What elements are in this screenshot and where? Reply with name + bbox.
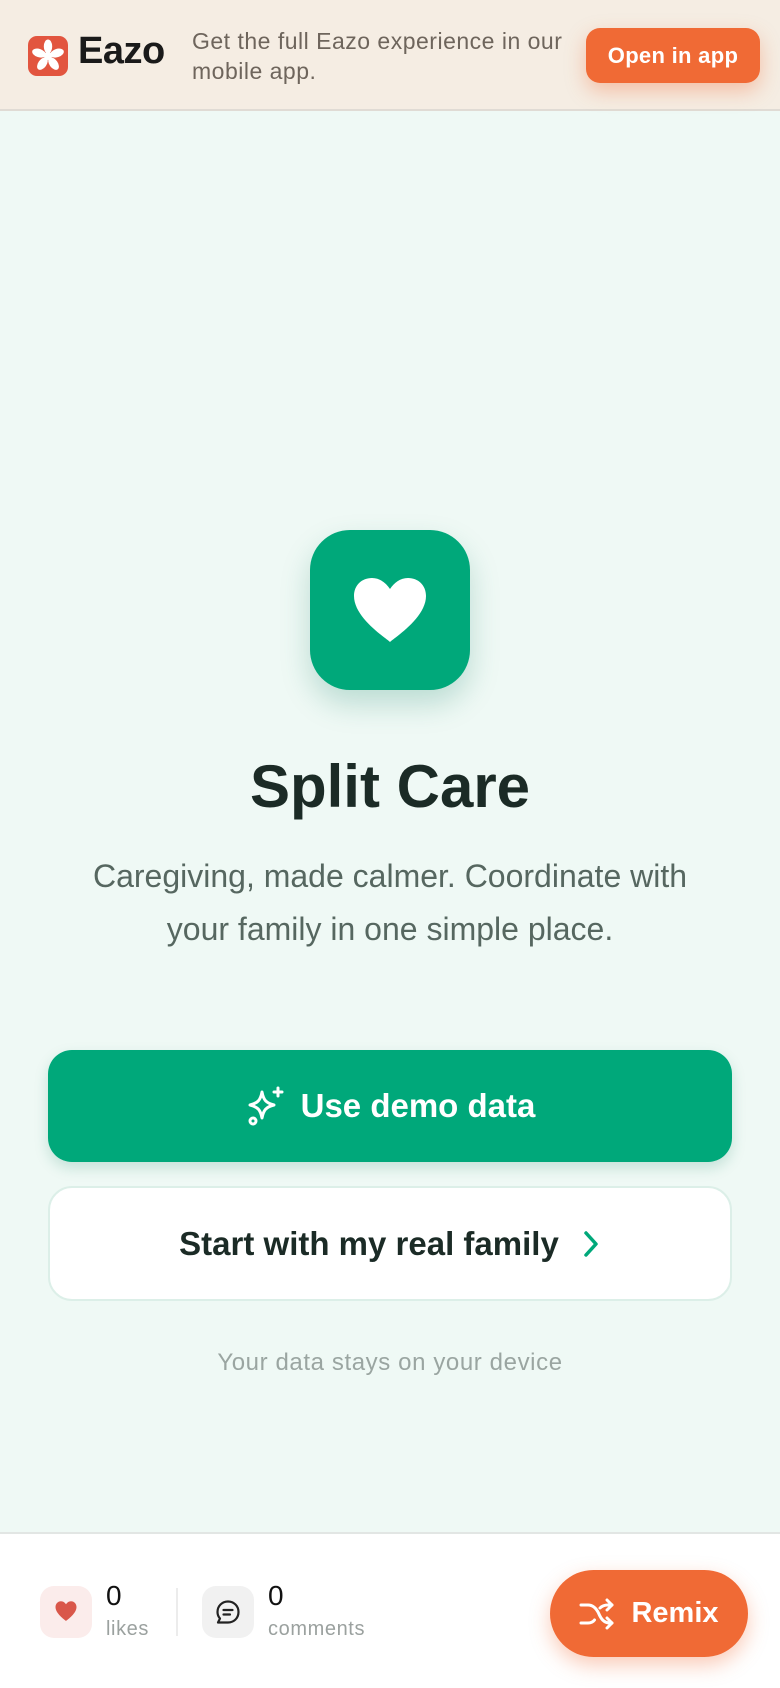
brand-name: Eazo [78, 30, 165, 72]
remix-label: Remix [631, 1597, 719, 1629]
comment-icon [216, 1600, 240, 1624]
open-in-app-button[interactable]: Open in app [586, 28, 760, 83]
banner-message: Get the full Eazo experience in our mobi… [192, 28, 563, 84]
social-bar: 0 likes 0 comments Remix [0, 1532, 780, 1688]
app-icon [310, 530, 470, 690]
shuffle-icon [579, 1598, 614, 1629]
likes-label: likes [106, 1618, 150, 1640]
comments-label: comments [268, 1618, 366, 1640]
like-button[interactable] [40, 1586, 92, 1638]
start-real-family-label: Start with my real family [179, 1224, 559, 1262]
page-subtitle: Caregiving, made calmer. Coordinate with… [92, 858, 688, 947]
remix-button[interactable]: Remix [550, 1570, 748, 1657]
comments-count: 0 [268, 1580, 284, 1611]
app-promo-banner: Eazo Get the full Eazo experience in our… [0, 0, 780, 111]
sparkles-icon [248, 1086, 284, 1126]
use-demo-data-button[interactable]: Use demo data [48, 1050, 732, 1162]
likes-count: 0 [106, 1580, 122, 1611]
start-real-family-button[interactable]: Start with my real family [48, 1186, 732, 1301]
use-demo-data-label: Use demo data [300, 1087, 536, 1124]
divider [176, 1588, 178, 1636]
comment-button[interactable] [202, 1586, 254, 1638]
asterisk-logo-icon [28, 36, 68, 76]
page-title: Split Care [249, 753, 531, 820]
chevron-right-icon [584, 1230, 598, 1257]
privacy-note: Your data stays on your device [217, 1349, 563, 1376]
heart-icon [354, 578, 426, 642]
heart-icon [55, 1601, 77, 1621]
